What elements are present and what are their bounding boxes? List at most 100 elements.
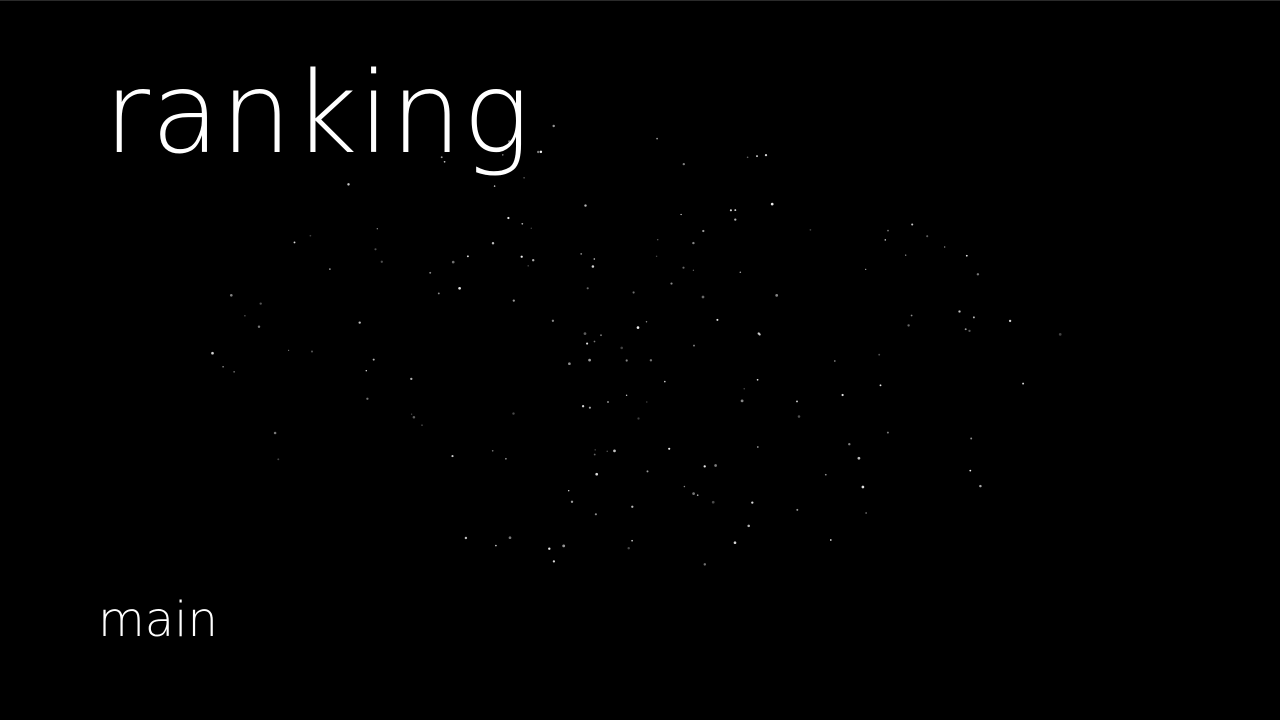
star-dot	[512, 412, 515, 415]
star-dot	[410, 377, 413, 381]
star-dot	[588, 358, 591, 362]
star-dot	[682, 162, 685, 166]
star-dot	[625, 359, 628, 362]
star-dot	[775, 294, 779, 297]
star-dot	[591, 265, 595, 268]
star-dot	[824, 473, 827, 476]
star-dot	[682, 266, 685, 269]
star-dot	[606, 450, 608, 452]
star-dot	[581, 405, 585, 408]
star-dot	[586, 287, 589, 290]
star-dot	[539, 150, 543, 154]
star-dot	[532, 259, 535, 262]
star-dot	[656, 238, 659, 241]
star-dot	[580, 252, 583, 255]
star-dot	[770, 202, 774, 206]
star-dot	[358, 321, 361, 324]
star-dot	[756, 155, 758, 158]
star-dot	[508, 536, 512, 540]
star-dot	[429, 271, 432, 274]
star-dot	[309, 234, 312, 237]
star-dot	[620, 346, 623, 350]
star-dot	[530, 227, 532, 229]
star-dot	[972, 316, 975, 319]
star-dot	[878, 353, 881, 356]
star-dot	[613, 449, 616, 453]
main-menu-button[interactable]: main	[98, 596, 218, 644]
star-dot	[979, 484, 982, 488]
star-dot	[376, 228, 378, 230]
star-dot	[1008, 319, 1012, 323]
star-dot	[366, 397, 369, 400]
star-dot	[886, 431, 889, 434]
star-dot	[911, 223, 914, 226]
star-dot	[586, 342, 589, 345]
star-dot	[683, 485, 686, 488]
star-dot	[879, 384, 882, 387]
star-dot	[551, 319, 555, 322]
star-dot	[584, 204, 587, 207]
star-dot	[969, 469, 972, 472]
star-dot	[607, 401, 609, 403]
star-dot	[562, 544, 566, 548]
star-dot	[570, 500, 574, 503]
star-dot	[841, 393, 844, 397]
star-dot	[568, 362, 571, 366]
star-dot	[527, 265, 529, 267]
star-dot	[692, 241, 695, 245]
star-dot	[310, 350, 314, 353]
page-title: ranking	[104, 49, 531, 179]
star-dot	[746, 156, 749, 159]
star-dot	[797, 415, 801, 418]
star-dot	[410, 413, 413, 415]
star-dot	[222, 366, 224, 368]
star-dot	[552, 124, 555, 128]
star-dot	[595, 472, 599, 476]
star-dot	[466, 255, 469, 258]
star-dot	[637, 417, 640, 420]
star-dot	[696, 494, 699, 496]
star-dot	[631, 539, 633, 542]
star-dot	[464, 536, 468, 540]
star-dot	[380, 260, 383, 263]
star-dot	[347, 183, 350, 186]
star-dot	[594, 513, 597, 516]
star-dot	[848, 443, 851, 446]
star-dot	[273, 431, 277, 435]
star-dot	[693, 344, 695, 347]
star-dot	[680, 213, 682, 216]
star-dot	[734, 209, 737, 212]
star-dot	[905, 254, 907, 256]
star-dot	[600, 334, 602, 337]
star-dot	[887, 229, 889, 232]
star-dot	[764, 153, 768, 157]
star-dot	[636, 326, 640, 329]
star-dot	[796, 508, 799, 511]
star-dot	[1058, 333, 1062, 336]
star-dot	[809, 229, 812, 231]
star-dot	[703, 465, 706, 468]
star-dot	[668, 447, 671, 450]
star-dot	[646, 470, 649, 473]
star-dot	[751, 501, 754, 504]
star-dot	[593, 340, 596, 343]
star-dot	[374, 248, 377, 251]
star-dot	[1022, 382, 1025, 385]
star-dot	[211, 351, 214, 355]
star-dot	[833, 360, 836, 362]
star-dot	[756, 378, 759, 381]
star-dot	[692, 492, 695, 495]
star-dot	[548, 547, 551, 550]
star-dot	[664, 380, 666, 383]
star-dot	[711, 500, 715, 504]
star-dot	[649, 359, 653, 362]
star-dot	[703, 563, 707, 566]
star-dot	[692, 269, 695, 271]
star-dot	[458, 286, 461, 290]
star-dot	[593, 453, 596, 456]
star-dot	[965, 254, 968, 257]
star-dot	[743, 388, 745, 390]
star-dot	[646, 401, 648, 403]
star-dot	[451, 260, 455, 264]
star-dot	[259, 302, 262, 305]
